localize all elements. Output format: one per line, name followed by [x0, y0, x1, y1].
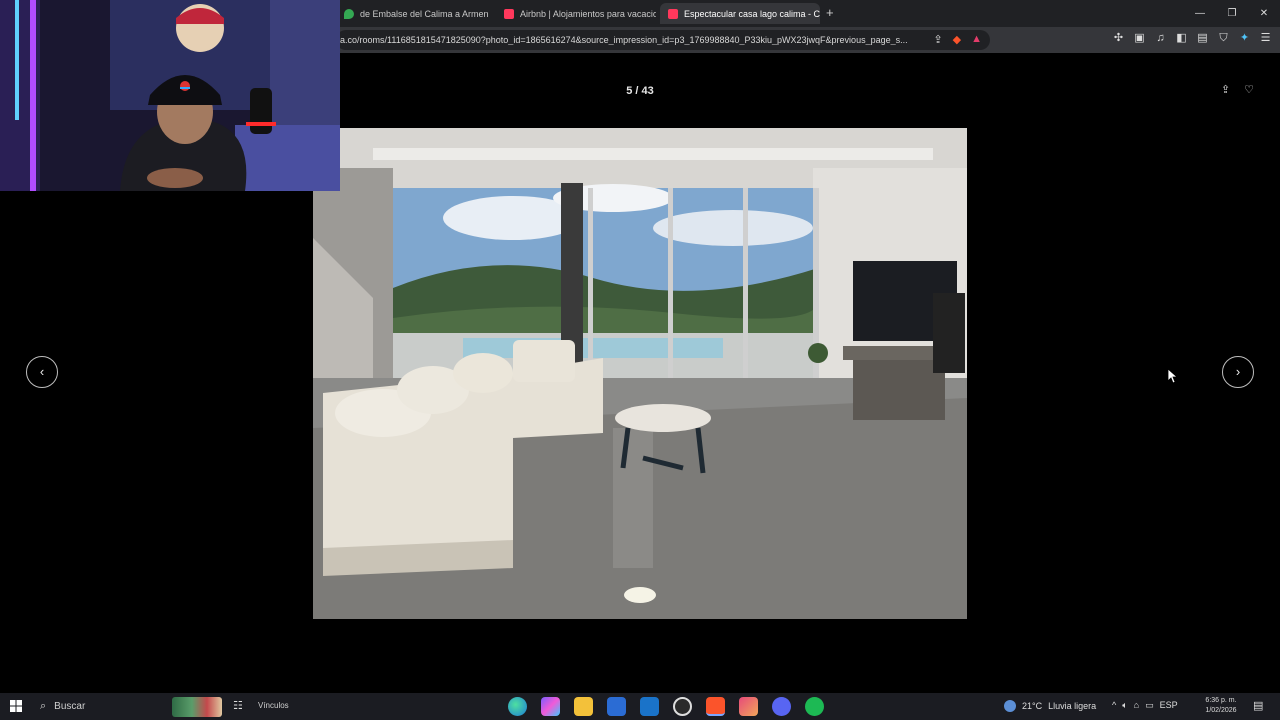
brave-browser-icon[interactable] [706, 697, 725, 716]
next-photo-button[interactable]: › [1222, 356, 1254, 388]
airbnb-icon [668, 8, 678, 19]
task-view-icon[interactable]: ☷ [233, 699, 243, 712]
windows-taskbar: ⌕ Buscar ☷ Vínculos 21°C Lluvia ligera ^… [0, 693, 1280, 720]
search-highlight-image[interactable] [172, 697, 222, 717]
close-window-button[interactable]: ✕ [1248, 0, 1280, 27]
network-icon[interactable]: ⌂ [1134, 700, 1139, 711]
restore-button[interactable]: ❐ [1216, 0, 1248, 27]
url-field[interactable]: a.co/rooms/1116851815471825090?photo_id=… [336, 30, 990, 50]
volume-icon[interactable]: 🔈︎ [1122, 700, 1127, 711]
ext-k-icon[interactable]: ✦ [1238, 32, 1251, 45]
brave-shield-icon[interactable]: ◆ [953, 33, 961, 46]
search-placeholder: Buscar [54, 701, 86, 712]
tab-title: Airbnb | Alojamientos para vacacione [520, 8, 656, 19]
tab-airbnb[interactable]: Airbnb | Alojamientos para vacacione [496, 3, 656, 24]
chevron-up-icon[interactable]: ^ [1112, 700, 1116, 711]
photo-counter: 5 / 43 [626, 85, 654, 97]
store-icon[interactable] [607, 697, 626, 716]
streamer-webcam [0, 0, 340, 191]
heart-icon[interactable]: ♡ [1244, 83, 1254, 96]
wallet-icon[interactable]: ▤ [1196, 32, 1209, 45]
windows-start-icon[interactable] [10, 700, 22, 712]
new-tab-button[interactable]: + [826, 5, 834, 20]
share-icon[interactable]: ⇪ [1221, 83, 1230, 96]
weather-widget[interactable]: 21°C Lluvia ligera [1004, 700, 1096, 712]
clock[interactable]: 6:36 p. m. 1/02/2026 [1196, 696, 1246, 716]
taskbar-search[interactable]: ⌕ Buscar [32, 696, 168, 717]
airbnb-icon [504, 8, 514, 19]
search-icon: ⌕ [40, 700, 47, 712]
tab-listing[interactable]: Espectacular casa lago calima - C ✕ [660, 3, 820, 24]
display-icon[interactable]: ▭ [1145, 700, 1154, 711]
copilot-icon[interactable] [541, 697, 560, 716]
file-explorer-icon[interactable] [574, 697, 593, 716]
weather-temp: 21°C [1022, 701, 1043, 711]
app-icon[interactable] [739, 697, 758, 716]
mouse-cursor-icon [1168, 369, 1178, 383]
weather-rain-icon [1004, 700, 1016, 712]
minimize-button[interactable]: — [1184, 0, 1216, 27]
share-page-icon[interactable]: ⇪ [933, 33, 942, 46]
tab-title: de Embalse del Calima a Armenia, Q [360, 8, 488, 19]
media-icon[interactable]: ♫ [1154, 32, 1167, 45]
clock-date: 1/02/2026 [1205, 707, 1237, 714]
spotify-icon[interactable] [805, 697, 824, 716]
notifications-icon[interactable]: ▤ [1253, 699, 1263, 712]
listing-photo [313, 128, 967, 619]
menu-icon[interactable]: ☰ [1259, 32, 1272, 45]
screenshot-icon[interactable]: ▣ [1133, 32, 1146, 45]
clock-time: 6:36 p. m. [1205, 697, 1237, 704]
vpn-icon[interactable]: ⛉ [1217, 32, 1230, 45]
outlook-icon[interactable] [640, 697, 659, 716]
tab-maps[interactable]: de Embalse del Calima a Armenia, Q [336, 3, 488, 24]
url-text[interactable]: a.co/rooms/1116851815471825090?photo_id=… [340, 35, 918, 45]
system-tray: ^ 🔈︎ ⌂ ▭ ESP [1112, 700, 1178, 711]
previous-photo-button[interactable]: ‹ [26, 356, 58, 388]
webcam-overlay [0, 0, 340, 191]
edge-icon[interactable] [508, 697, 527, 716]
weather-desc: Lluvia ligera [1048, 701, 1097, 711]
obs-icon[interactable] [673, 697, 692, 716]
language-indicator[interactable]: ESP [1160, 700, 1178, 711]
links-toolbar[interactable]: Vínculos [258, 701, 289, 710]
living-room-photo [313, 128, 967, 619]
maps-icon [344, 8, 354, 19]
tab-title: Espectacular casa lago calima - C [684, 8, 820, 19]
brave-rewards-icon[interactable]: ▲ [971, 33, 982, 46]
extensions-icon[interactable]: ✣ [1112, 32, 1125, 45]
sidebar-icon[interactable]: ◧ [1175, 32, 1188, 45]
discord-icon[interactable] [772, 697, 791, 716]
